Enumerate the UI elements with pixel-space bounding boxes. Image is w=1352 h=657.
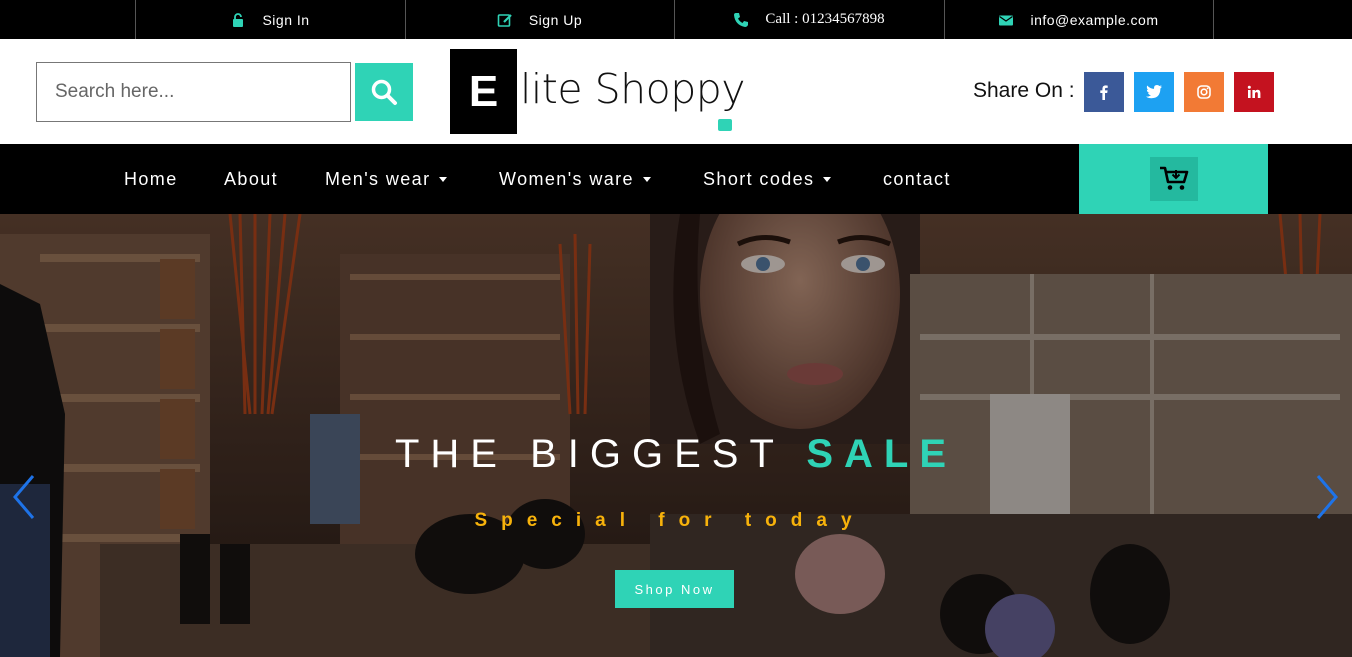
call-link[interactable]: Call : 01234567898: [674, 0, 944, 39]
share-label: Share On :: [973, 79, 1075, 102]
hero-title-main: THE BIGGEST: [394, 432, 807, 476]
search-icon: [371, 79, 397, 105]
linkedin-button[interactable]: [1234, 72, 1274, 112]
shopping-bag-icon: [718, 119, 732, 131]
phone-icon: [734, 12, 749, 27]
linkedin-icon: [1247, 85, 1261, 98]
site-header: E lite Shoppy Share On :: [0, 39, 1352, 144]
sign-in-label: Sign In: [262, 11, 310, 28]
hero-title-accent: SALE: [806, 432, 957, 476]
cart-button[interactable]: [1150, 157, 1198, 201]
instagram-button[interactable]: [1184, 72, 1224, 112]
nav-item-short-codes[interactable]: Short codes: [703, 144, 832, 214]
logo-letter: E: [450, 49, 517, 134]
nav-item-contact[interactable]: contact: [883, 144, 951, 214]
nav-item-label: Home: [124, 168, 178, 189]
facebook-icon: [1100, 85, 1108, 100]
nav-item-label: contact: [883, 168, 951, 189]
facebook-button[interactable]: [1084, 72, 1124, 112]
caret-down-icon: [439, 176, 448, 182]
nav-item-label: Short codes: [703, 168, 815, 189]
edit-icon: [497, 13, 512, 27]
nav-item-label: About: [224, 168, 279, 189]
twitter-button[interactable]: [1134, 72, 1174, 112]
hero-title: THE BIGGEST SALE: [0, 432, 1352, 477]
top-bar: Sign In Sign Up Call : 01234567898 info@…: [0, 0, 1352, 39]
nav-item-label: Women's ware: [499, 168, 634, 189]
email-link[interactable]: info@example.com: [944, 0, 1213, 39]
lock-icon: [233, 12, 244, 27]
nav-item-womens-ware[interactable]: Women's ware: [499, 144, 651, 214]
cart-icon: [1160, 166, 1189, 190]
hero-slider: THE BIGGEST SALE Special for today Shop …: [0, 214, 1352, 657]
shop-now-button[interactable]: Shop Now: [615, 570, 734, 608]
nav-item-about[interactable]: About: [224, 144, 278, 214]
email-label: info@example.com: [1030, 11, 1159, 28]
envelope-icon: [999, 15, 1014, 25]
nav-item-label: Men's wear: [325, 168, 431, 189]
caret-down-icon: [823, 176, 832, 182]
caret-down-icon: [642, 176, 651, 182]
main-nav: Home About Men's wear Women's ware Short…: [0, 144, 1352, 214]
chevron-right-icon[interactable]: [1312, 472, 1342, 522]
top-bar-divider: [1213, 0, 1214, 39]
logo-text: lite Shoppy: [520, 64, 746, 113]
nav-item-mens-wear[interactable]: Men's wear: [325, 144, 448, 214]
cart-area: [1079, 144, 1268, 214]
sign-in-link[interactable]: Sign In: [135, 0, 405, 39]
nav-item-home[interactable]: Home: [124, 144, 178, 214]
instagram-icon: [1197, 85, 1211, 99]
hero-subtitle: Special for today: [474, 510, 866, 531]
search-input[interactable]: [36, 62, 351, 122]
sign-up-link[interactable]: Sign Up: [405, 0, 674, 39]
call-label: Call : 01234567898: [765, 11, 885, 27]
site-logo[interactable]: E lite Shoppy: [450, 49, 746, 134]
sign-up-label: Sign Up: [528, 11, 583, 28]
chevron-left-icon[interactable]: [9, 472, 39, 522]
search-button[interactable]: [355, 63, 413, 121]
twitter-icon: [1146, 85, 1162, 99]
